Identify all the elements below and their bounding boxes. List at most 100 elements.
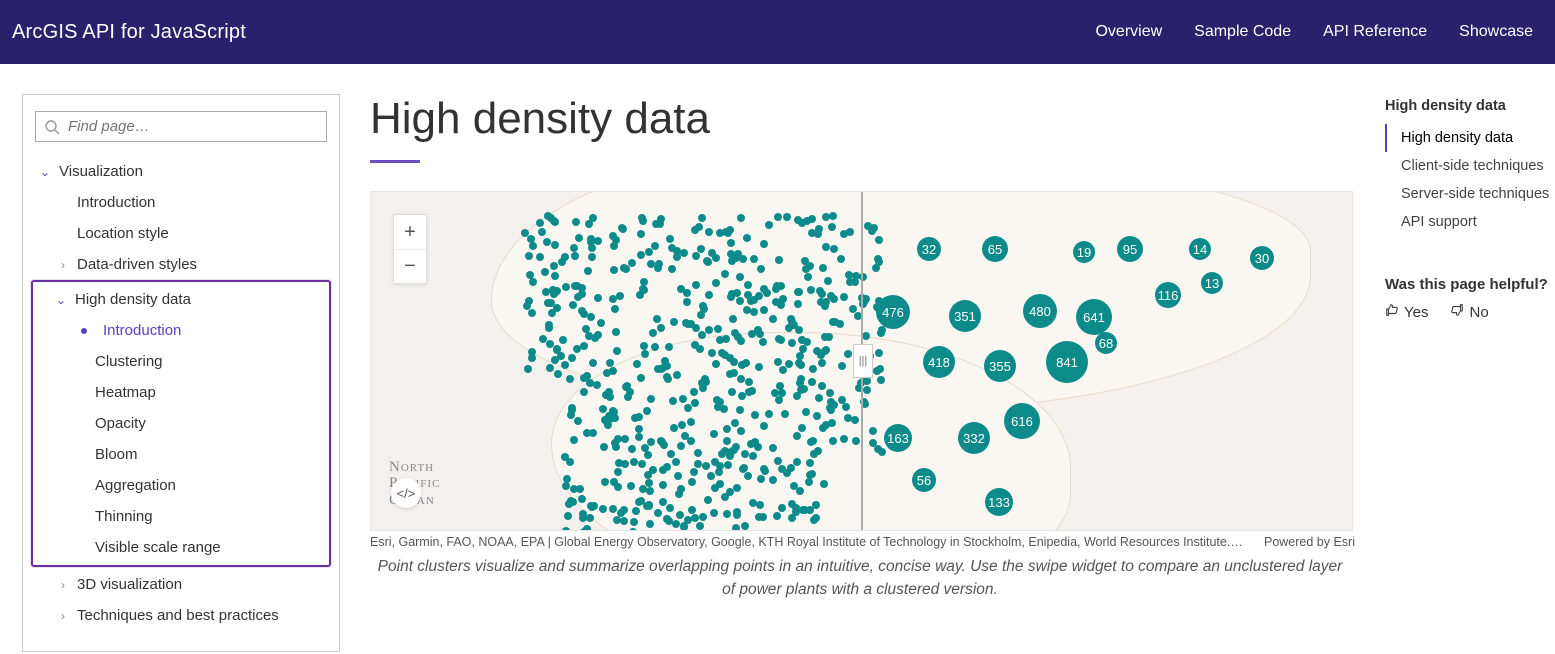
cluster-marker[interactable]: 163 <box>884 424 912 452</box>
nav-showcase[interactable]: Showcase <box>1459 23 1533 41</box>
brand-title[interactable]: ArcGIS API for JavaScript <box>12 21 246 44</box>
point-dot <box>629 528 637 531</box>
point-dot <box>668 265 676 273</box>
point-dot <box>726 488 734 496</box>
cluster-marker[interactable]: 95 <box>1117 236 1143 262</box>
point-dot <box>788 318 796 326</box>
zoom-in-button[interactable]: + <box>394 215 426 249</box>
search-input[interactable] <box>68 118 318 135</box>
tree-clustering[interactable]: Clustering <box>33 346 329 377</box>
point-dot <box>657 324 665 332</box>
nav-overview[interactable]: Overview <box>1095 23 1162 41</box>
page-title: High density data <box>370 94 1355 144</box>
toc-item-high-density-data[interactable]: High density data <box>1385 124 1555 152</box>
point-dot <box>710 509 718 517</box>
figure-caption: Point clusters visualize and summarize o… <box>370 555 1350 602</box>
tree-introduction[interactable]: Introduction <box>35 187 327 218</box>
point-dot <box>643 407 651 415</box>
tree-high-density-data[interactable]: ⌄ High density data <box>33 284 329 315</box>
cluster-marker[interactable]: 616 <box>1004 403 1040 439</box>
tree-3d-visualization[interactable]: › 3D visualization <box>35 569 327 600</box>
point-dot <box>602 391 610 399</box>
map-widget[interactable]: ||| 32 65 19 95 14 30 13 476 351 480 641 116 68 418 35… <box>370 191 1353 531</box>
point-dot <box>670 318 678 326</box>
tree-label: Thinning <box>95 508 153 525</box>
point-dot <box>539 335 547 343</box>
cluster-marker[interactable]: 116 <box>1155 282 1181 308</box>
point-dot <box>593 381 601 389</box>
search-wrap[interactable] <box>35 111 327 142</box>
cluster-marker[interactable]: 19 <box>1073 241 1095 263</box>
point-dot <box>744 472 752 480</box>
point-dot <box>822 346 830 354</box>
swipe-handle[interactable]: ||| <box>853 344 873 378</box>
map-attribution: Esri, Garmin, FAO, NOAA, EPA | Global En… <box>370 535 1355 549</box>
point-dot <box>561 253 569 261</box>
point-dot <box>809 437 817 445</box>
point-dot <box>694 449 702 457</box>
point-dot <box>760 306 768 314</box>
cluster-marker[interactable]: 30 <box>1250 246 1274 270</box>
tree-thinning[interactable]: Thinning <box>33 501 329 532</box>
cluster-marker[interactable]: 841 <box>1046 341 1088 383</box>
cluster-marker[interactable]: 418 <box>923 346 955 378</box>
point-dot <box>702 378 710 386</box>
tree-bloom[interactable]: Bloom <box>33 439 329 470</box>
point-dot <box>757 265 765 273</box>
cluster-marker[interactable]: 68 <box>1095 332 1117 354</box>
tree-opacity[interactable]: Opacity <box>33 408 329 439</box>
point-dot <box>723 425 731 433</box>
cluster-marker[interactable]: 13 <box>1201 272 1223 294</box>
point-dot <box>661 357 669 365</box>
toc-item-server-side[interactable]: Server-side techniques <box>1385 180 1555 208</box>
point-dot <box>594 237 602 245</box>
zoom-out-button[interactable]: − <box>394 249 426 283</box>
nav-sample-code[interactable]: Sample Code <box>1194 23 1291 41</box>
cluster-marker[interactable]: 332 <box>958 422 990 454</box>
point-dot <box>606 415 614 423</box>
top-bar: ArcGIS API for JavaScript Overview Sampl… <box>0 0 1555 64</box>
code-view-button[interactable]: </> <box>391 478 421 508</box>
point-dot <box>807 286 815 294</box>
tree-hdd-introduction[interactable]: Introduction <box>33 315 329 346</box>
cluster-marker[interactable]: 641 <box>1076 299 1112 335</box>
tree-label: Introduction <box>103 322 181 339</box>
toc-item-api-support[interactable]: API support <box>1385 208 1555 236</box>
tree-heatmap[interactable]: Heatmap <box>33 377 329 408</box>
point-dot <box>813 412 821 420</box>
tree-location-style[interactable]: Location style <box>35 218 327 249</box>
point-dot <box>851 416 859 424</box>
cluster-marker[interactable]: 476 <box>876 295 910 329</box>
cluster-marker[interactable]: 133 <box>985 488 1013 516</box>
point-dot <box>653 315 661 323</box>
cluster-marker[interactable]: 32 <box>917 237 941 261</box>
point-dot <box>732 524 740 531</box>
feedback-yes-button[interactable]: Yes <box>1385 303 1428 321</box>
feedback-yes-label: Yes <box>1404 304 1428 321</box>
tree-aggregation[interactable]: Aggregation <box>33 470 329 501</box>
cluster-marker[interactable]: 56 <box>912 468 936 492</box>
tree-label: Visible scale range <box>95 539 221 556</box>
tree-visualization[interactable]: ⌄ Visualization <box>35 156 327 187</box>
point-dot <box>714 325 722 333</box>
cluster-marker[interactable]: 65 <box>982 236 1008 262</box>
point-dot <box>609 505 617 513</box>
point-dot <box>698 331 706 339</box>
nav-api-reference[interactable]: API Reference <box>1323 23 1427 41</box>
tree-visible-scale-range[interactable]: Visible scale range <box>33 532 329 563</box>
feedback-no-button[interactable]: No <box>1450 303 1488 321</box>
cluster-marker[interactable]: 480 <box>1023 294 1057 328</box>
point-dot <box>620 517 628 525</box>
point-dot <box>548 309 556 317</box>
thumbs-down-icon <box>1450 303 1464 321</box>
tree-techniques-best-practices[interactable]: › Techniques and best practices <box>35 600 327 631</box>
cluster-marker[interactable]: 351 <box>949 300 981 332</box>
cluster-marker[interactable]: 355 <box>984 350 1016 382</box>
cluster-marker[interactable]: 14 <box>1189 238 1211 260</box>
point-dot <box>542 288 550 296</box>
point-dot <box>798 219 806 227</box>
point-dot <box>765 221 773 229</box>
zoom-control: + − <box>393 214 427 284</box>
tree-data-driven-styles[interactable]: › Data-driven styles <box>35 249 327 280</box>
toc-item-client-side[interactable]: Client-side techniques <box>1385 152 1555 180</box>
